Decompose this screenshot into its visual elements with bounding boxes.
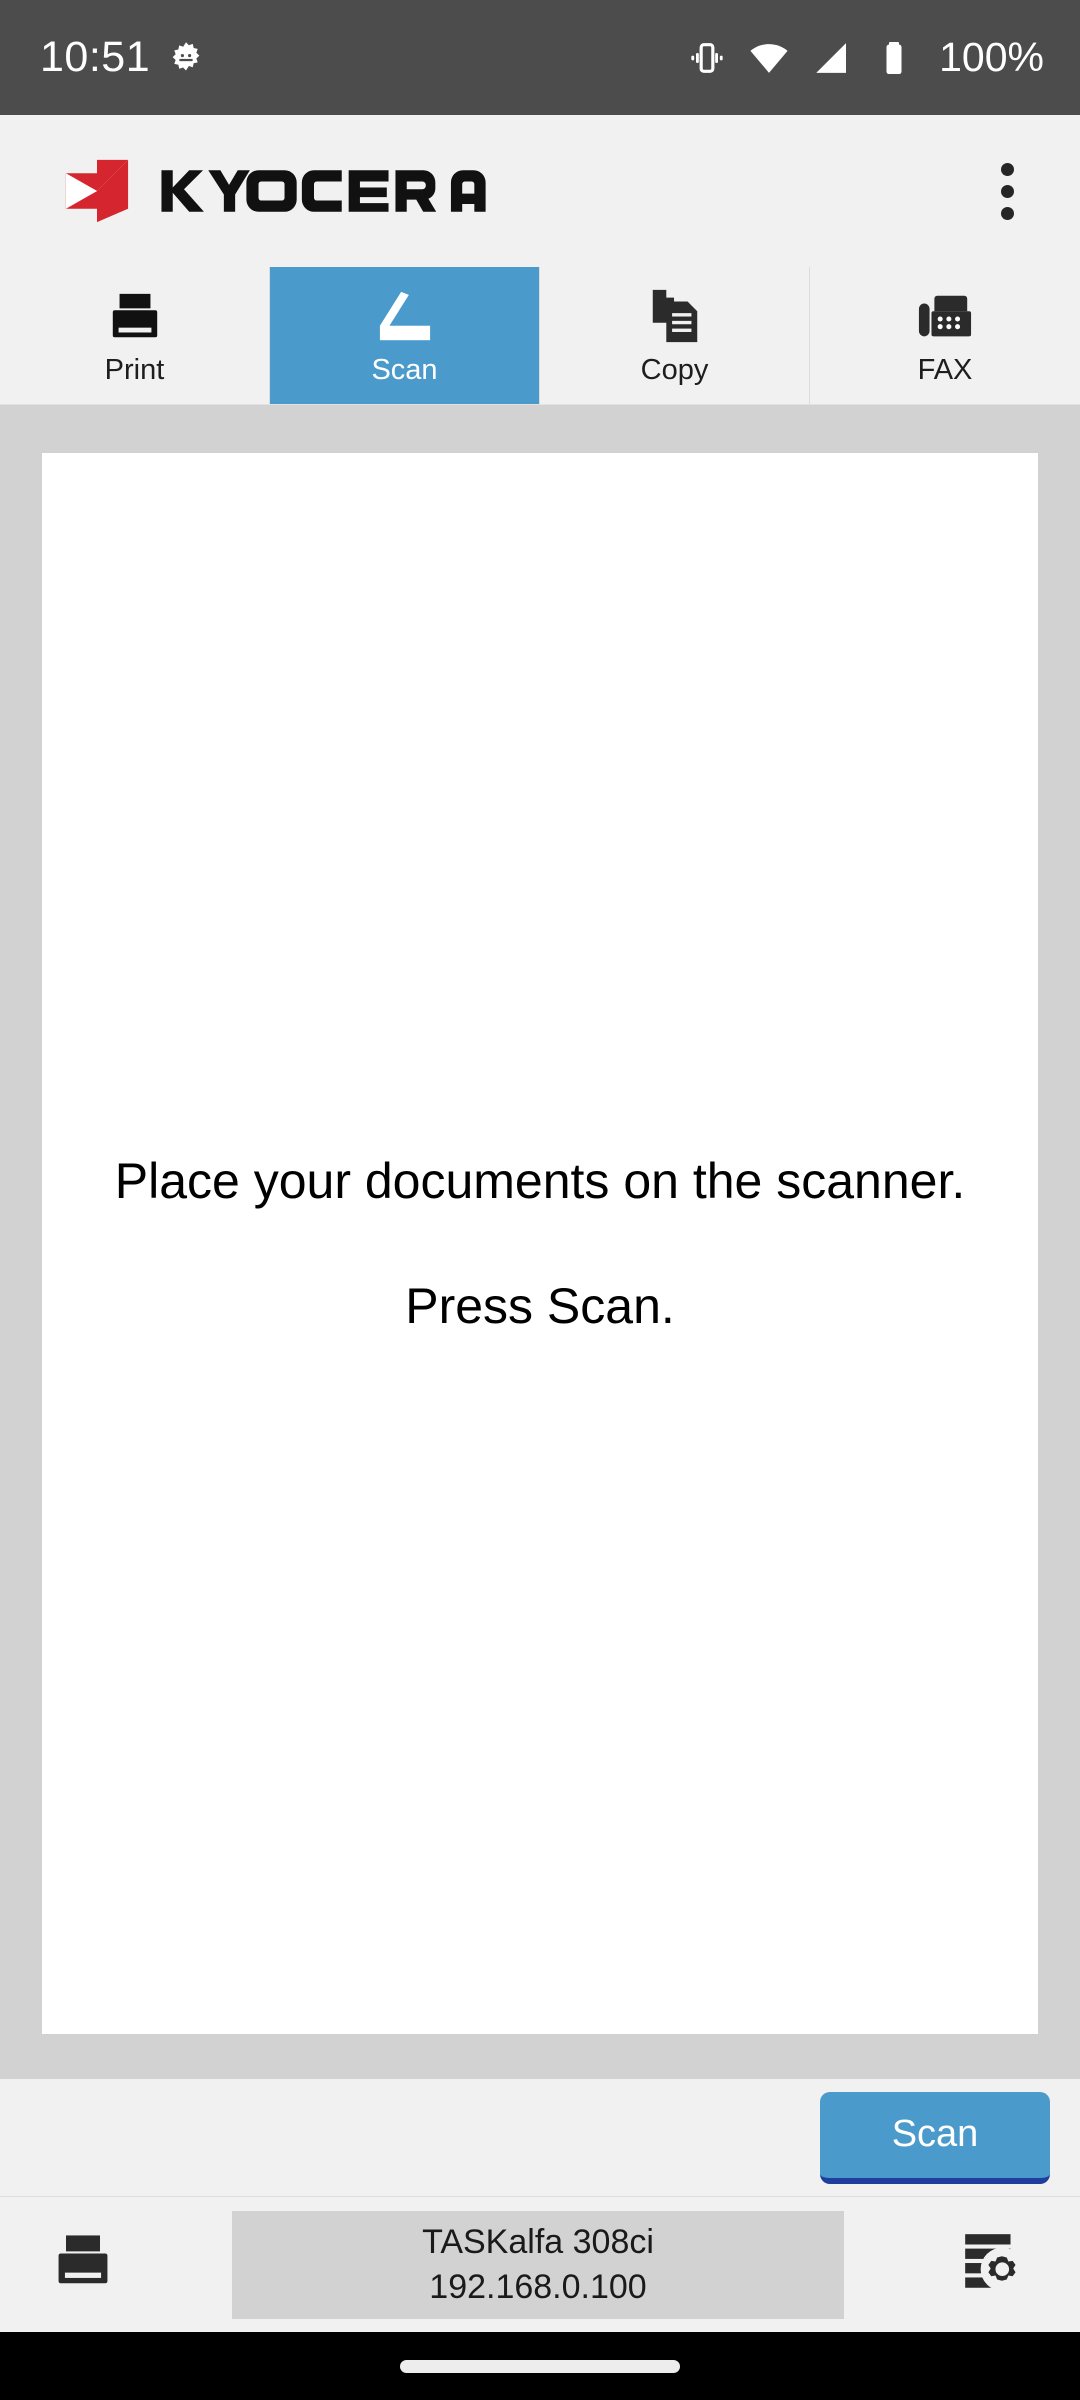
device-ip-label: 192.168.0.100 [429,2267,647,2306]
app-header [0,115,1080,267]
vibrate-icon [687,38,727,78]
overflow-menu-icon[interactable] [962,146,1052,236]
device-name-label: TASKalfa 308ci [422,2222,654,2261]
select-printer-button[interactable] [28,2210,138,2320]
status-clock: 10:51 [40,33,151,81]
tab-label: Scan [371,354,438,386]
tab-label: Copy [640,354,709,386]
action-bar: Scan [0,2079,1080,2197]
scan-preview-area: Place your documents on the scanner. Pre… [0,405,1080,2079]
scan-preview-page[interactable]: Place your documents on the scanner. Pre… [42,453,1038,2034]
settings-gear-icon [168,40,204,76]
overflow-dot [1000,206,1014,220]
kyocera-logo [60,154,522,228]
gesture-pill[interactable] [400,2359,680,2373]
tab-print[interactable]: Print [0,267,270,404]
scan-button[interactable]: Scan [820,2091,1050,2184]
device-settings-button[interactable] [938,2210,1048,2320]
tab-scan[interactable]: Scan [270,267,540,404]
android-nav-bar [0,2332,1080,2400]
battery-percent-label: 100% [939,34,1044,80]
printer-icon [49,2231,117,2298]
cellular-signal-icon [811,37,853,79]
overflow-dot [1000,184,1014,198]
copy-documents-icon [645,284,705,346]
tab-label: Print [104,354,165,386]
status-bar: 10:51 100% [0,0,1080,115]
printer-icon [104,284,166,346]
wifi-icon [748,37,790,79]
scan-instruction-line-1: Place your documents on the scanner. [114,1152,966,1209]
tab-label: FAX [917,354,973,386]
kyocera-mark-icon [60,154,134,228]
tab-fax[interactable]: FAX [810,267,1080,404]
kyocera-wordmark [158,165,522,217]
tab-copy[interactable]: Copy [540,267,810,404]
device-bar: TASKalfa 308ci 192.168.0.100 [0,2197,1080,2332]
scanner-icon [372,284,438,346]
device-info-button[interactable]: TASKalfa 308ci 192.168.0.100 [232,2210,844,2319]
overflow-dot [1000,162,1014,176]
app-root: 10:51 100% Print Scan Copy FAX Place you… [0,0,1080,2400]
status-bar-left: 10:51 [40,33,204,82]
battery-icon [874,38,914,78]
fax-machine-icon [914,284,976,346]
device-settings-icon [959,2230,1027,2299]
status-bar-right: 100% [687,34,1044,81]
scan-instruction-line-2: Press Scan. [405,1277,675,1334]
mode-tab-bar: Print Scan Copy FAX [0,267,1080,405]
